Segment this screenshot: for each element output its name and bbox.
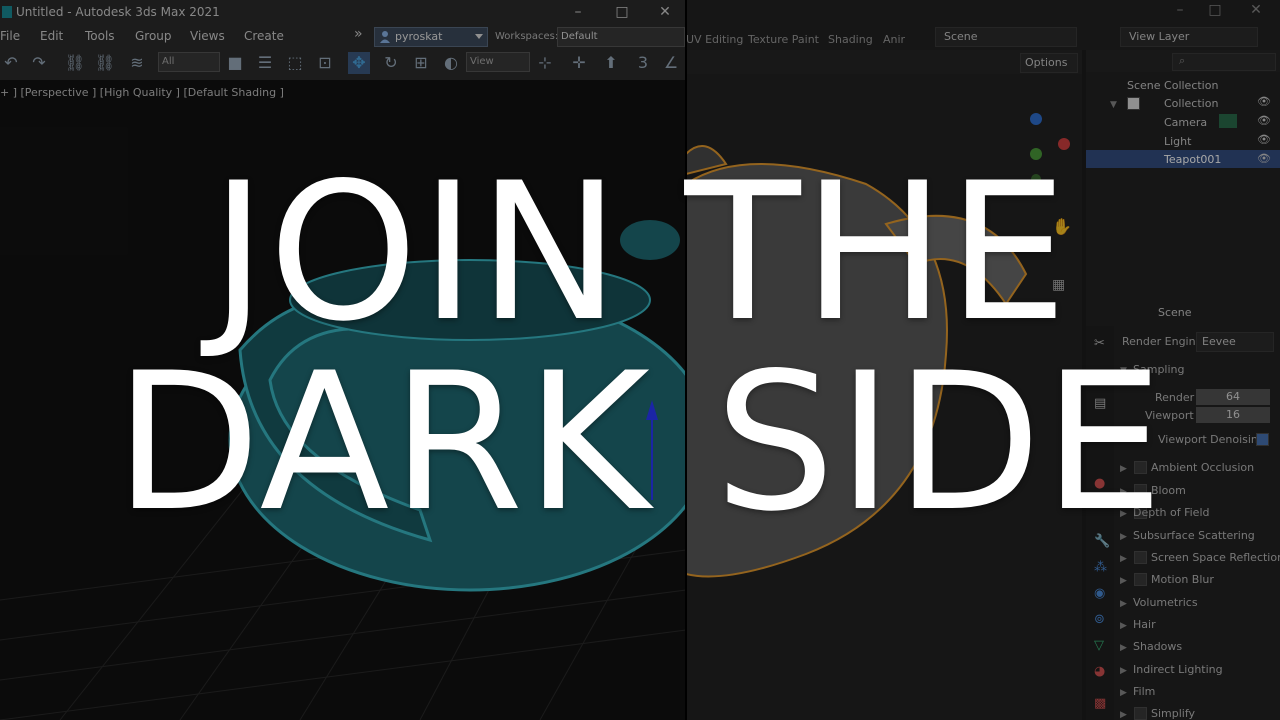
headline-line-2: DARK SIDE (114, 332, 1166, 553)
headline-line-1: JOIN THE (210, 142, 1070, 363)
